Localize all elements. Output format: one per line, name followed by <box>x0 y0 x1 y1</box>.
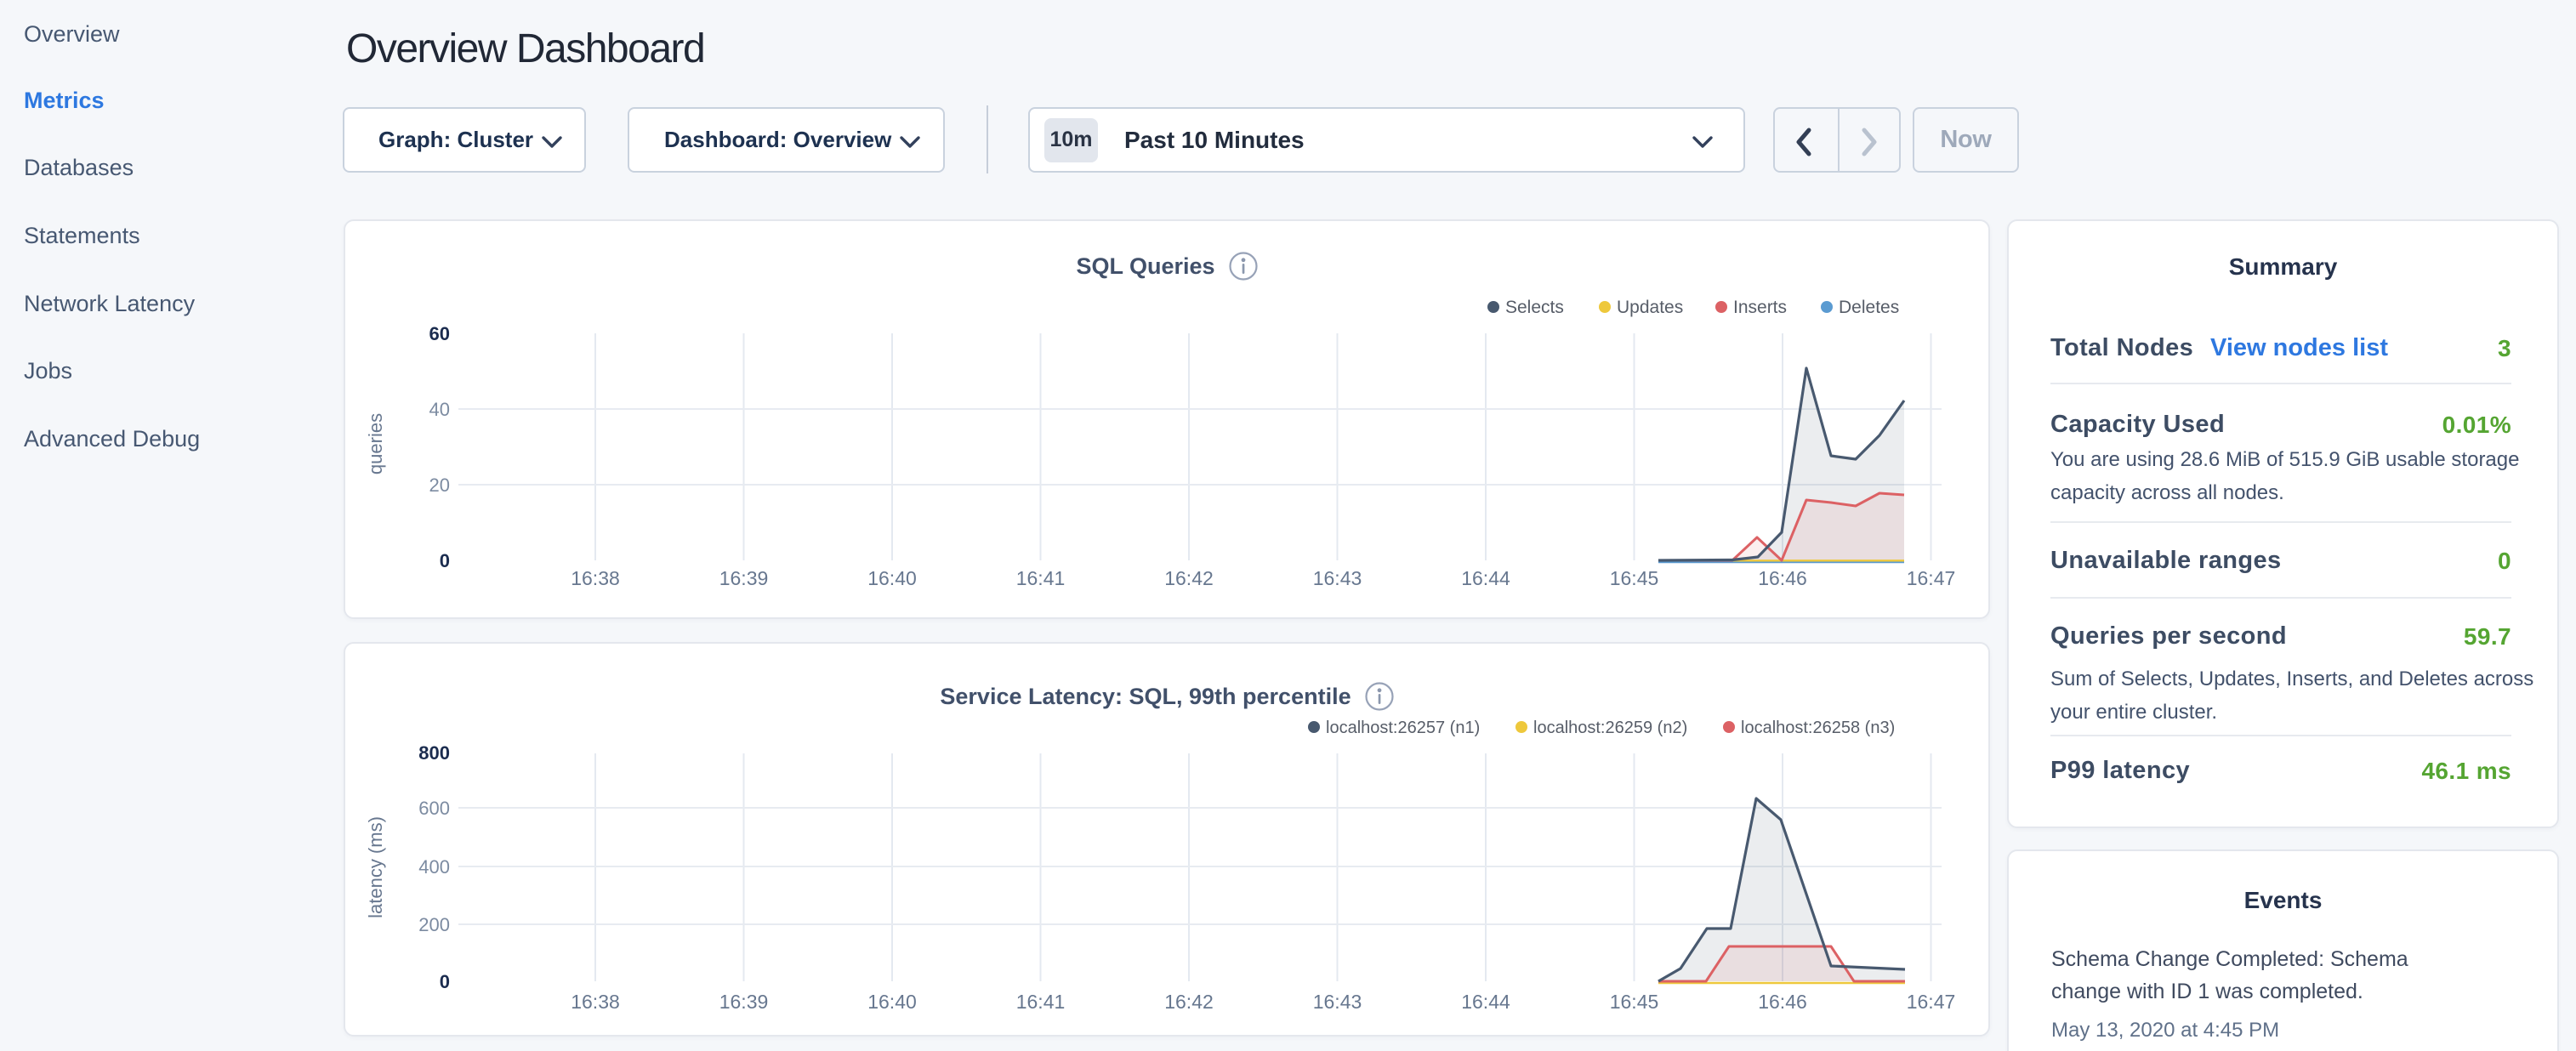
svg-text:16:38: 16:38 <box>571 567 620 589</box>
svg-text:16:44: 16:44 <box>1461 991 1510 1013</box>
svg-text:localhost:26257 (n1): localhost:26257 (n1) <box>1326 719 1480 737</box>
svg-text:16:43: 16:43 <box>1313 567 1362 589</box>
svg-text:16:44: 16:44 <box>1461 567 1510 589</box>
svg-text:16:42: 16:42 <box>1164 567 1214 589</box>
svg-text:16:38: 16:38 <box>571 991 620 1013</box>
svg-text:400: 400 <box>418 856 450 878</box>
svg-text:Deletes: Deletes <box>1839 298 1899 317</box>
svg-text:16:46: 16:46 <box>1758 991 1807 1013</box>
svg-text:16:42: 16:42 <box>1164 991 1214 1013</box>
svg-text:200: 200 <box>418 914 450 935</box>
svg-text:60: 60 <box>429 323 450 344</box>
svg-text:16:43: 16:43 <box>1313 991 1362 1013</box>
svg-text:800: 800 <box>418 742 450 764</box>
svg-text:16:40: 16:40 <box>867 567 917 589</box>
svg-text:40: 40 <box>429 399 450 420</box>
svg-text:16:40: 16:40 <box>867 991 917 1013</box>
svg-text:16:39: 16:39 <box>719 567 769 589</box>
svg-text:16:45: 16:45 <box>1610 567 1659 589</box>
svg-text:Updates: Updates <box>1617 298 1683 317</box>
svg-text:Inserts: Inserts <box>1733 298 1787 317</box>
svg-text:localhost:26259 (n2): localhost:26259 (n2) <box>1533 719 1687 737</box>
svg-text:16:47: 16:47 <box>1907 991 1956 1013</box>
svg-text:0: 0 <box>440 550 450 571</box>
svg-text:16:46: 16:46 <box>1758 567 1807 589</box>
svg-text:16:39: 16:39 <box>719 991 769 1013</box>
svg-text:0: 0 <box>440 971 450 992</box>
svg-text:16:45: 16:45 <box>1610 991 1659 1013</box>
svg-text:16:41: 16:41 <box>1016 567 1066 589</box>
svg-text:600: 600 <box>418 798 450 819</box>
svg-text:latency (ms): latency (ms) <box>365 816 386 918</box>
svg-text:16:47: 16:47 <box>1907 567 1956 589</box>
svg-text:20: 20 <box>429 474 450 496</box>
svg-text:localhost:26258 (n3): localhost:26258 (n3) <box>1741 719 1895 737</box>
svg-text:16:41: 16:41 <box>1016 991 1066 1013</box>
svg-text:queries: queries <box>365 413 386 474</box>
svg-text:Selects: Selects <box>1505 298 1564 317</box>
